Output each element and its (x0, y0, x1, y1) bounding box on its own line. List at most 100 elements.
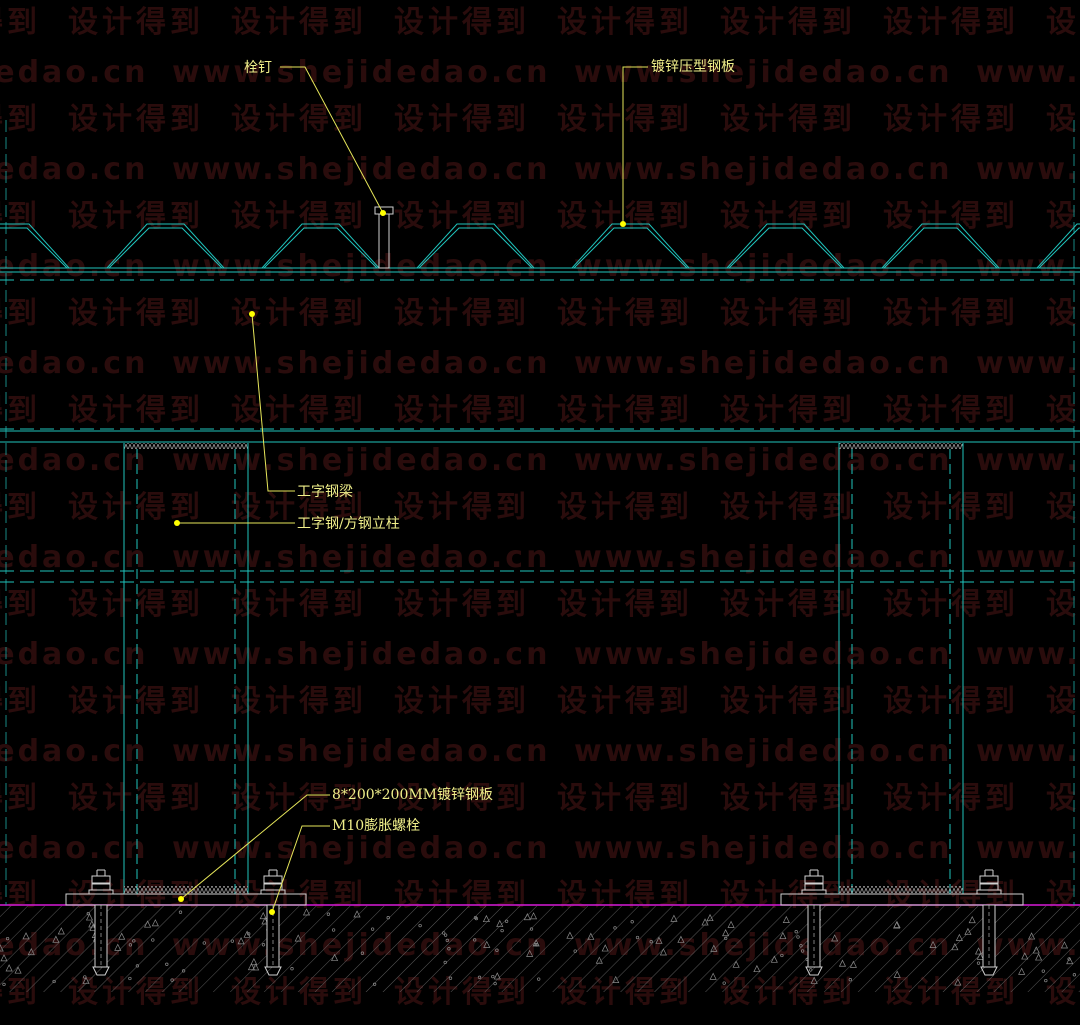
svg-text:设计得到: 设计得到 (883, 781, 1019, 816)
svg-text:www.shejidedao.cn: www.shejidedao.cn (0, 831, 148, 866)
svg-text:www.shejidedao.cn: www.shejidedao.cn (0, 734, 148, 769)
svg-text:设计得到: 设计得到 (883, 296, 1019, 331)
svg-text:设计得到: 设计得到 (557, 5, 693, 40)
svg-text:www.shejidedao.cn: www.shejidedao.cn (172, 540, 550, 575)
svg-text:设计得到: 设计得到 (1046, 393, 1080, 428)
svg-text:www.shejidedao.cn: www.shejidedao.cn (0, 637, 148, 672)
svg-text:设计得到: 设计得到 (557, 296, 693, 331)
svg-text:www.shejidedao.cn: www.shejidedao.cn (0, 152, 148, 187)
svg-text:设计得到: 设计得到 (557, 199, 693, 234)
svg-text:设计得到: 设计得到 (68, 490, 204, 525)
svg-text:www.shejidedao.cn: www.shejidedao.cn (976, 637, 1080, 672)
svg-text:设计得到: 设计得到 (68, 587, 204, 622)
svg-text:设计得到: 设计得到 (883, 587, 1019, 622)
svg-text:www.shejidedao.cn: www.shejidedao.cn (976, 540, 1080, 575)
svg-text:www.shejidedao.cn: www.shejidedao.cn (574, 249, 952, 284)
svg-text:设计得到: 设计得到 (68, 199, 204, 234)
svg-text:www.shejidedao.cn: www.shejidedao.cn (976, 346, 1080, 381)
svg-text:www.shejidedao.cn: www.shejidedao.cn (172, 152, 550, 187)
svg-text:www.shejidedao.cn: www.shejidedao.cn (172, 637, 550, 672)
svg-text:设计得到: 设计得到 (231, 199, 367, 234)
svg-text:设计得到: 设计得到 (557, 587, 693, 622)
svg-text:设计得到: 设计得到 (720, 199, 856, 234)
svg-text:www.shejidedao.cn: www.shejidedao.cn (574, 152, 952, 187)
svg-text:设计得到: 设计得到 (394, 296, 530, 331)
label-base-plate: 8*200*200MM镀锌钢板 (332, 786, 493, 803)
svg-text:设计得到: 设计得到 (231, 684, 367, 719)
svg-text:www.shejidedao.cn: www.shejidedao.cn (574, 831, 952, 866)
svg-text:设计得到: 设计得到 (394, 5, 530, 40)
svg-text:www.shejidedao.cn: www.shejidedao.cn (574, 734, 952, 769)
svg-text:www.shejidedao.cn: www.shejidedao.cn (574, 540, 952, 575)
i-beam (0, 430, 1080, 443)
svg-text:www.shejidedao.cn: www.shejidedao.cn (172, 249, 550, 284)
svg-text:设计得到: 设计得到 (1046, 5, 1080, 40)
svg-text:设计得到: 设计得到 (1046, 296, 1080, 331)
svg-text:www.shejidedao.cn: www.shejidedao.cn (976, 443, 1080, 478)
svg-text:www.shejidedao.cn: www.shejidedao.cn (976, 831, 1080, 866)
svg-text:www.shejidedao.cn: www.shejidedao.cn (574, 55, 952, 90)
svg-text:设计得到: 设计得到 (720, 296, 856, 331)
svg-text:www.shejidedao.cn: www.shejidedao.cn (172, 55, 550, 90)
svg-text:设计得到: 设计得到 (883, 490, 1019, 525)
svg-text:www.shejidedao.cn: www.shejidedao.cn (172, 346, 550, 381)
svg-text:设计得到: 设计得到 (1046, 587, 1080, 622)
section-drawing: 设计得到设计得到设计得到设计得到设计得到设计得到设计得到设计得到www.shej… (0, 5, 1080, 1010)
svg-text:设计得到: 设计得到 (557, 684, 693, 719)
svg-text:设计得到: 设计得到 (557, 393, 693, 428)
svg-text:设计得到: 设计得到 (1046, 781, 1080, 816)
cad-detail-drawing: 设计得到设计得到设计得到设计得到设计得到设计得到设计得到设计得到www.shej… (0, 0, 1080, 1025)
svg-text:设计得到: 设计得到 (720, 781, 856, 816)
svg-text:设计得到: 设计得到 (557, 781, 693, 816)
label-i-beam: 工字钢梁 (297, 484, 353, 500)
svg-text:设计得到: 设计得到 (68, 296, 204, 331)
svg-text:设计得到: 设计得到 (1046, 490, 1080, 525)
svg-text:设计得到: 设计得到 (68, 781, 204, 816)
svg-text:设计得到: 设计得到 (883, 393, 1019, 428)
label-shear-stud: 栓钉 (244, 60, 272, 76)
svg-text:设计得到: 设计得到 (720, 5, 856, 40)
svg-text:设计得到: 设计得到 (557, 490, 693, 525)
svg-text:设计得到: 设计得到 (231, 102, 367, 137)
svg-text:设计得到: 设计得到 (231, 393, 367, 428)
svg-text:www.shejidedao.cn: www.shejidedao.cn (0, 346, 148, 381)
svg-text:设计得到: 设计得到 (557, 102, 693, 137)
svg-text:www.shejidedao.cn: www.shejidedao.cn (976, 152, 1080, 187)
svg-text:www.shejidedao.cn: www.shejidedao.cn (0, 540, 148, 575)
svg-text:设计得到: 设计得到 (68, 102, 204, 137)
concrete-slab (0, 904, 1080, 992)
svg-text:设计得到: 设计得到 (720, 587, 856, 622)
label-deck-plate: 镀锌压型钢板 (651, 58, 735, 75)
svg-text:设计得到: 设计得到 (68, 5, 204, 40)
svg-text:设计得到: 设计得到 (231, 5, 367, 40)
label-anchor-bolt: M10膨胀螺栓 (332, 817, 420, 834)
svg-text:www.shejidedao.cn: www.shejidedao.cn (172, 734, 550, 769)
svg-text:设计得到: 设计得到 (394, 102, 530, 137)
svg-text:设计得到: 设计得到 (1046, 102, 1080, 137)
svg-text:www.shejidedao.cn: www.shejidedao.cn (976, 734, 1080, 769)
watermark: 设计得到设计得到设计得到设计得到设计得到设计得到设计得到设计得到www.shej… (0, 5, 1080, 1010)
svg-text:www.shejidedao.cn: www.shejidedao.cn (574, 346, 952, 381)
svg-text:设计得到: 设计得到 (720, 684, 856, 719)
svg-text:www.shejidedao.cn: www.shejidedao.cn (172, 831, 550, 866)
svg-text:www.shejidedao.cn: www.shejidedao.cn (976, 55, 1080, 90)
svg-text:设计得到: 设计得到 (883, 684, 1019, 719)
svg-text:设计得到: 设计得到 (883, 102, 1019, 137)
svg-text:设计得到: 设计得到 (1046, 199, 1080, 234)
svg-text:设计得到: 设计得到 (0, 5, 41, 40)
svg-text:设计得到: 设计得到 (394, 393, 530, 428)
svg-text:www.shejidedao.cn: www.shejidedao.cn (0, 249, 148, 284)
svg-text:设计得到: 设计得到 (68, 393, 204, 428)
label-column: 工字钢/方钢立柱 (297, 516, 400, 532)
svg-text:设计得到: 设计得到 (231, 587, 367, 622)
svg-text:设计得到: 设计得到 (883, 199, 1019, 234)
svg-text:设计得到: 设计得到 (394, 684, 530, 719)
svg-text:设计得到: 设计得到 (720, 490, 856, 525)
svg-text:www.shejidedao.cn: www.shejidedao.cn (574, 637, 952, 672)
svg-text:设计得到: 设计得到 (720, 393, 856, 428)
svg-text:设计得到: 设计得到 (68, 684, 204, 719)
svg-text:设计得到: 设计得到 (883, 5, 1019, 40)
svg-text:www.shejidedao.cn: www.shejidedao.cn (976, 249, 1080, 284)
svg-text:设计得到: 设计得到 (394, 490, 530, 525)
svg-text:设计得到: 设计得到 (394, 199, 530, 234)
